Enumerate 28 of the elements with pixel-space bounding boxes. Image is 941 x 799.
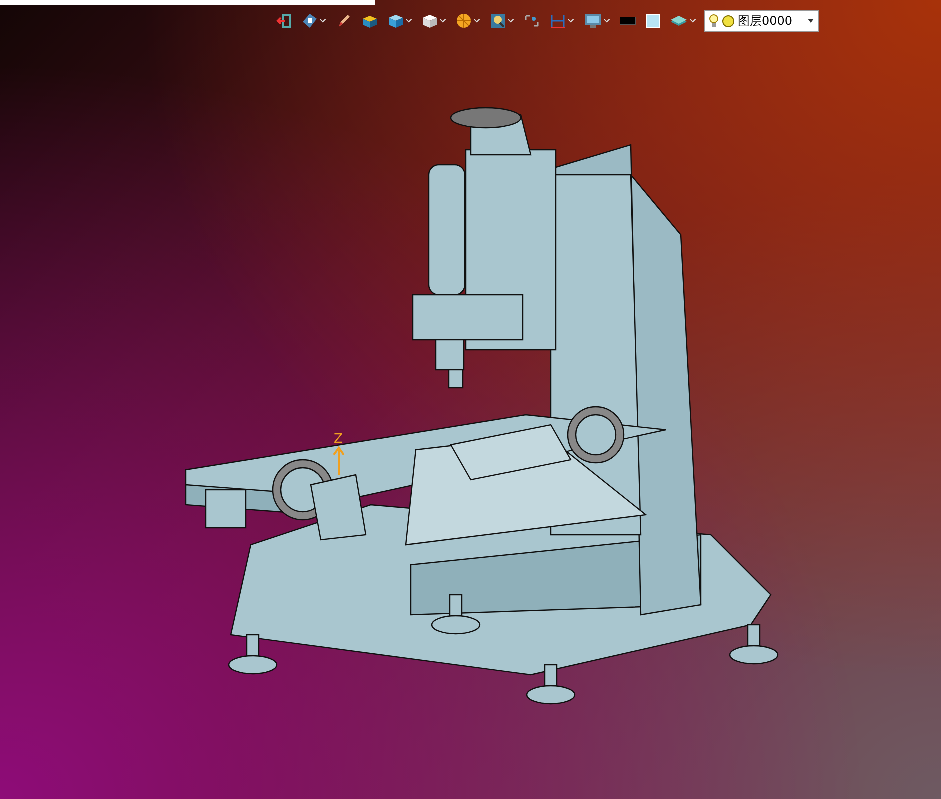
fill-color-icon [646,14,660,28]
caret-icon [604,19,610,23]
caret-icon [320,19,326,23]
monitor-icon [584,13,602,29]
caret-icon [568,19,574,23]
zoom-icon [490,13,506,29]
view-cube-icon [302,13,318,29]
line-color-icon [620,17,636,25]
cube-icon [422,13,438,29]
lightbulb-icon [709,14,719,28]
caret-icon [474,19,480,23]
axis-label: Z [334,432,342,447]
pencil-icon [336,13,352,29]
caret-icon [690,19,696,23]
exit-icon [276,13,292,29]
caret-icon [808,19,814,23]
box-icon [362,13,378,29]
caret-icon [406,19,412,23]
caret-icon [508,19,514,23]
sphere-icon [456,13,472,29]
caret-icon [440,19,446,23]
layer-dropdown[interactable]: 图层0000 [704,10,819,32]
axis-arrow [332,446,344,476]
circle-icon [722,14,735,28]
cube-icon [388,13,404,29]
dimension-icon [550,13,566,29]
layers-icon [670,14,688,28]
select-icon [524,13,540,29]
